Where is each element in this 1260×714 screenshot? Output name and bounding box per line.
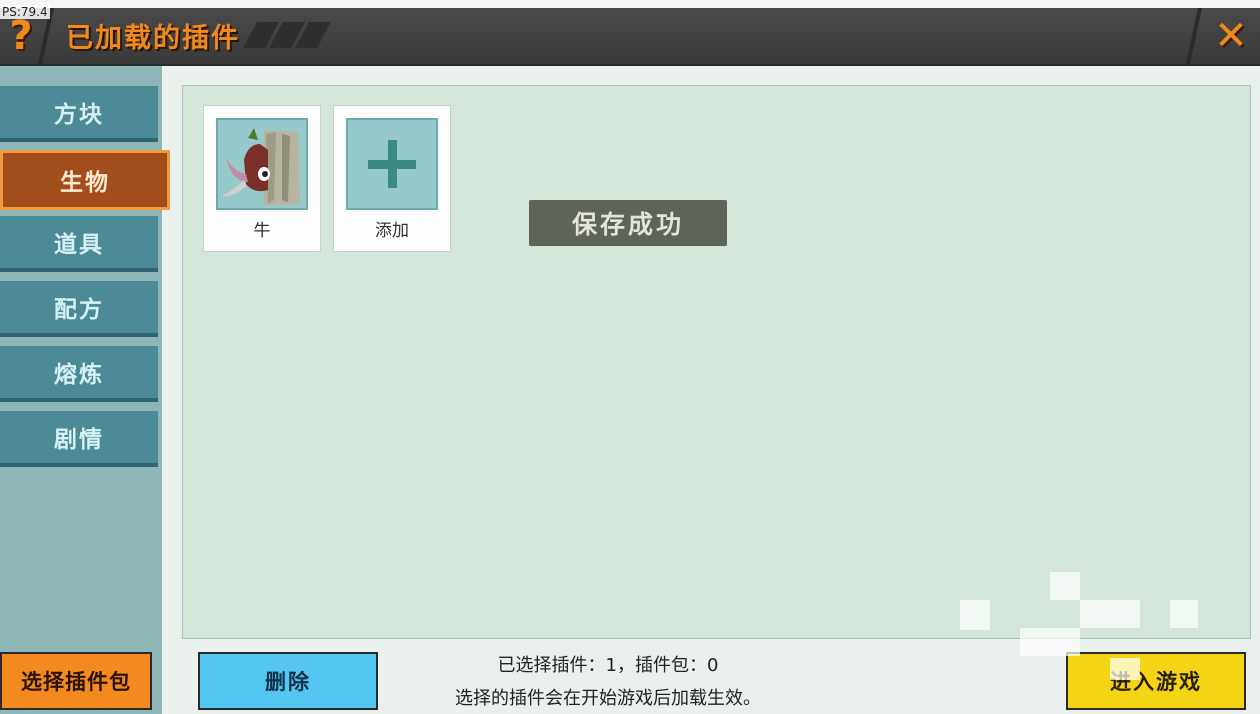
header-bar: ? 已加载的插件 ✕ <box>0 8 1260 66</box>
watermark-block <box>1080 600 1140 628</box>
enter-game-button[interactable]: 进入游戏 <box>1066 652 1246 710</box>
divider <box>1186 8 1202 64</box>
top-strip <box>0 0 1260 8</box>
plugin-panel: 牛 添加 保存成功 <box>182 85 1251 639</box>
add-thumbnail <box>346 118 438 210</box>
tab-story[interactable]: 剧情 <box>0 411 158 467</box>
toast-message: 保存成功 <box>529 200 727 246</box>
question-icon: ? <box>9 13 33 59</box>
add-plugin-button[interactable]: 添加 <box>333 105 451 252</box>
add-label: 添加 <box>375 221 409 241</box>
page-title: 已加载的插件 <box>66 23 240 54</box>
watermark-block <box>1020 628 1080 656</box>
delete-button[interactable]: 删除 <box>198 652 378 710</box>
plus-icon <box>388 140 397 188</box>
fps-counter: PS:79.4 <box>0 5 50 19</box>
watermark-block <box>960 600 990 630</box>
plugin-name: 牛 <box>253 221 271 241</box>
cow-creature-icon <box>222 128 300 206</box>
watermark-block <box>1170 600 1198 628</box>
load-hint: 选择的插件会在开始游戏后加载生效。 <box>455 688 761 709</box>
close-icon: ✕ <box>1214 13 1248 59</box>
category-sidebar: 方块 生物 道具 配方 熔炼 剧情 <box>0 66 170 714</box>
selection-status: 已选择插件：1，插件包：0 <box>497 655 719 676</box>
watermark-block <box>1050 572 1080 600</box>
select-plugin-pack-button[interactable]: 选择插件包 <box>0 652 152 710</box>
plugin-thumbnail <box>216 118 308 210</box>
plugin-card-cow[interactable]: 牛 <box>203 105 321 252</box>
watermark-block <box>1110 658 1140 680</box>
close-button[interactable]: ✕ <box>1202 8 1260 64</box>
tab-blocks[interactable]: 方块 <box>0 86 158 142</box>
tab-creatures[interactable]: 生物 <box>0 150 170 210</box>
tab-recipes[interactable]: 配方 <box>0 281 158 337</box>
tab-items[interactable]: 道具 <box>0 216 158 272</box>
tab-smelting[interactable]: 熔炼 <box>0 346 158 402</box>
